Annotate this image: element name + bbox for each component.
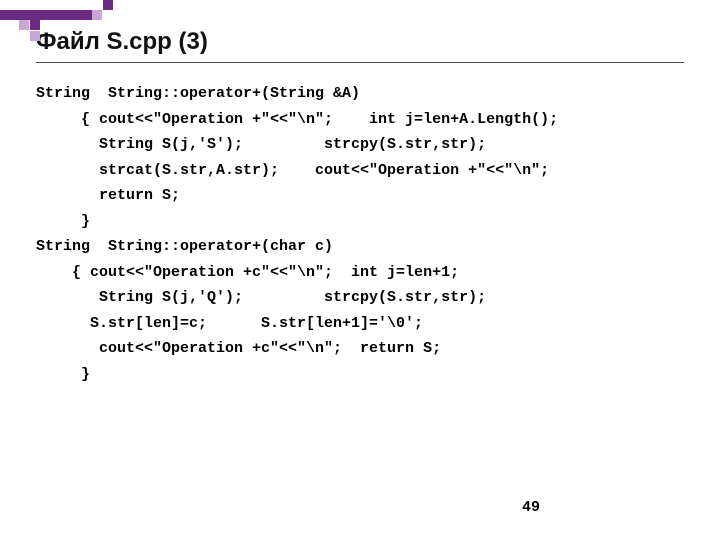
title-rule [36, 62, 684, 63]
slide-content: Файл S.cpp (3) String String::operator+(… [0, 0, 720, 387]
slide-title: Файл S.cpp (3) [36, 28, 684, 56]
code-block: String String::operator+(String &A) { co… [36, 81, 684, 387]
page-number: 49 [522, 499, 540, 516]
